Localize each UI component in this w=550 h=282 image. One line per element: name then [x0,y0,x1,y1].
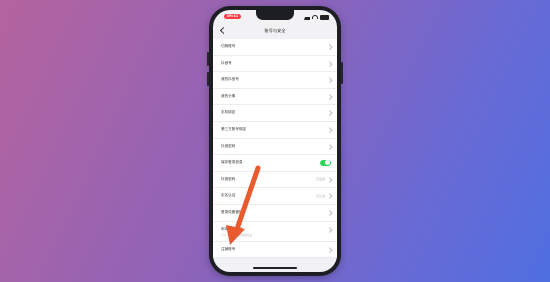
row-label: 抖音密码 [221,143,236,148]
phone-screen: 09:41 账号与安全 切换账号 抖音号 我的抖音号 我的头像 手机绑定 第三方… [213,10,337,272]
settings-row-password[interactable]: 抖音密码 [213,138,337,156]
row-value: 已认证 [315,193,325,198]
chevron-right-icon [326,110,332,116]
settings-row-my-douyin-id[interactable]: 我的抖音号 [213,72,337,89]
chevron-right-icon [326,44,332,50]
row-label: 第三方账号绑定 [221,126,247,131]
row-label: 保存登录信息 [221,160,243,165]
battery-icon [320,14,329,20]
chevron-right-icon [326,60,332,66]
row-label: 抖音号 [221,60,232,65]
row-label: 实名认证 [221,193,236,198]
row-subtitle: 个人、企业机构等获得认证 [221,234,253,238]
phone-frame: 09:41 账号与安全 切换账号 抖音号 我的抖音号 我的头像 手机绑定 第三方… [209,6,341,276]
row-label: 我的抖音号 [221,77,239,82]
row-label: 登录设备管理 [221,209,243,214]
chevron-right-icon [326,177,332,182]
settings-row-save-login: 保存登录信息 [213,155,337,172]
settings-row-third-party[interactable]: 第三方账号绑定 [213,121,337,139]
chevron-right-icon [326,94,332,100]
settings-row-avatar[interactable]: 我的头像 [213,88,337,106]
nav-bar: 账号与安全 [213,24,337,38]
chevron-right-icon [326,210,332,216]
chevron-right-icon [326,77,332,83]
settings-row-switch-account[interactable]: 切换账号 [213,39,337,56]
home-indicator [253,267,297,269]
settings-row-devices[interactable]: 登录设备管理 [213,204,337,222]
chevron-right-icon [326,143,332,149]
notch [256,10,294,20]
row-label: 我的头像 [221,93,236,98]
back-arrow-icon[interactable] [219,26,228,35]
settings-row-phone-binding[interactable]: 手机绑定 [213,105,337,122]
status-icons [304,14,329,20]
phone-power-button [341,62,343,84]
settings-list: 切换账号 抖音号 我的抖音号 我的头像 手机绑定 第三方账号绑定 抖音密码 保存… [213,39,337,259]
row-label: 申请官方认证 [221,226,243,231]
settings-row-real-name[interactable]: 实名认证 已认证 [213,188,337,205]
row-label: 手机绑定 [221,110,236,115]
chevron-right-icon [326,246,332,252]
save-login-toggle[interactable] [320,159,331,167]
chevron-right-icon [326,226,332,232]
page-title: 账号与安全 [264,28,286,33]
settings-row-douyin-id[interactable]: 抖音号 [213,55,337,73]
signal-icon [304,14,310,20]
settings-row-password-status[interactable]: 抖音密码 已设置 [213,171,337,189]
row-label: 抖音密码 [221,176,236,181]
status-time: 09:41 [224,14,242,19]
settings-row-official-verification[interactable]: 申请官方认证 个人、企业机构等获得认证 [213,221,337,242]
settings-row-delete-account[interactable]: 注销账号 [213,241,337,259]
wifi-icon [312,15,318,19]
chevron-right-icon [326,127,332,133]
row-value: 已设置 [315,177,325,182]
row-label: 切换账号 [221,44,236,48]
row-label: 注销账号 [221,246,236,251]
chevron-right-icon [326,193,332,199]
